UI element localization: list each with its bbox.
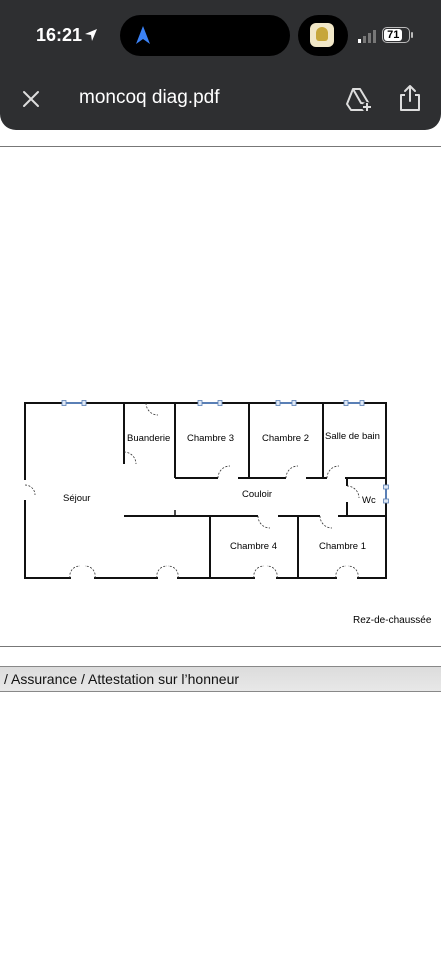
floor-plan-drawing xyxy=(23,400,389,580)
room-label-salle-de-bain: Salle de bain xyxy=(325,431,380,442)
top-bar: 16:21 71 moncoq diag.pdf xyxy=(0,0,441,130)
room-label-buanderie: Buanderie xyxy=(127,433,171,444)
floor-plan: Buanderie Chambre 3 Chambre 2 Salle de b… xyxy=(0,390,441,595)
app-thumbnail-icon xyxy=(310,23,334,47)
section-header-bar: / Assurance / Attestation sur l’honneur xyxy=(0,666,441,692)
room-label-couloir: Couloir xyxy=(242,489,273,500)
room-label-chambre-2: Chambre 2 xyxy=(262,433,309,444)
room-label-sejour: Séjour xyxy=(63,493,91,504)
dynamic-island[interactable] xyxy=(120,15,290,56)
page-border-bottom xyxy=(0,646,441,647)
location-arrow-icon xyxy=(85,29,97,41)
section-breadcrumb: / Assurance / Attestation sur l’honneur xyxy=(4,671,240,687)
room-label-chambre-3: Chambre 3 xyxy=(187,433,234,444)
room-label-wc: Wc xyxy=(362,495,376,506)
battery-icon: 71 xyxy=(382,27,410,43)
share-icon[interactable] xyxy=(396,83,424,113)
signal-icon xyxy=(358,30,376,43)
room-label-chambre-4: Chambre 4 xyxy=(230,541,277,552)
floor-plan-caption: Rez-de-chaussée xyxy=(353,615,432,626)
add-to-drive-icon[interactable] xyxy=(343,84,373,114)
live-activity[interactable] xyxy=(298,15,348,56)
status-time: 16:21 xyxy=(36,25,83,45)
room-label-chambre-1: Chambre 1 xyxy=(319,541,366,552)
document-title: moncoq diag.pdf xyxy=(79,87,220,108)
page-border-top xyxy=(0,146,441,147)
navigation-arrow-icon xyxy=(136,26,150,44)
close-icon[interactable] xyxy=(18,86,44,112)
battery-level: 71 xyxy=(384,29,403,41)
